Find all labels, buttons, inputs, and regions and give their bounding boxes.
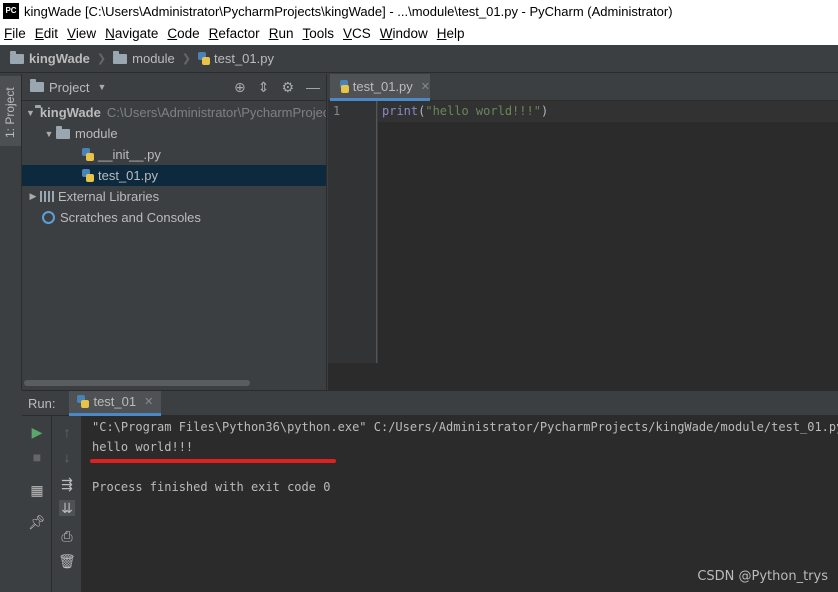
menu-view[interactable]: View: [67, 26, 96, 41]
console-command-line: "C:\Program Files\Python36\python.exe" C…: [92, 420, 838, 434]
editor-tab-label: test_01.py: [352, 78, 413, 94]
close-icon[interactable]: ✕: [421, 80, 430, 93]
project-panel-header: Project ▼ ⊕ ⇕ ⚙ —: [22, 74, 326, 101]
left-tool-strip: 1: Project: [0, 74, 22, 390]
soft-wrap-icon[interactable]: ⇶: [59, 476, 75, 492]
run-tab-test-01[interactable]: test_01 ✕: [69, 390, 162, 416]
code-paren-close: ): [540, 104, 549, 118]
tree-root-name: kingWade: [39, 105, 101, 120]
menu-help[interactable]: Help: [437, 26, 465, 41]
tree-external-libraries-name: External Libraries: [58, 189, 160, 204]
python-file-icon: [340, 79, 349, 93]
tree-item-external-libraries[interactable]: ▶ External Libraries: [22, 186, 326, 207]
editor-empty-area: [328, 363, 838, 390]
folder-icon: [10, 50, 24, 64]
menu-file[interactable]: File: [4, 26, 26, 41]
code-string: "hello world!!!": [425, 104, 541, 118]
code-line[interactable]: print("hello world!!!"): [382, 104, 548, 118]
rerun-play-icon[interactable]: ▶: [29, 424, 45, 440]
run-panel-header: Run: test_01 ✕: [22, 390, 838, 416]
menu-window[interactable]: Window: [380, 26, 428, 41]
close-icon[interactable]: ✕: [144, 395, 153, 408]
editor-gutter: 1: [328, 101, 377, 363]
python-run-config-icon: [77, 395, 90, 408]
layout-icon[interactable]: ▦: [29, 482, 45, 498]
red-annotation-underline: [90, 459, 336, 463]
project-tool-tab[interactable]: 1: Project: [0, 76, 21, 146]
chevron-down-icon[interactable]: ▼: [97, 82, 106, 92]
locate-target-icon[interactable]: ⊕: [234, 79, 246, 96]
run-console[interactable]: "C:\Program Files\Python36\python.exe" C…: [82, 416, 838, 592]
line-number: 1: [333, 104, 341, 118]
horizontal-scrollbar[interactable]: [24, 380, 250, 386]
python-file-icon: [82, 169, 94, 182]
library-icon: [40, 191, 54, 202]
editor-tab-bar: test_01.py ✕: [328, 74, 838, 101]
run-toolbar-secondary: ↑ ↓ ⇶ ⇊ ⎙ 🗑︎: [52, 416, 82, 592]
trash-icon[interactable]: 🗑︎: [58, 553, 76, 569]
code-editor[interactable]: print("hello world!!!"): [378, 101, 838, 363]
tree-item-scratches[interactable]: Scratches and Consoles: [22, 207, 326, 228]
breadcrumb-file[interactable]: test_01.py: [214, 51, 274, 66]
breadcrumb: kingWade ❯ module ❯ test_01.py: [0, 45, 838, 73]
run-toolbar-primary: ▶ ■ ▦ 📌︎: [22, 416, 52, 592]
project-view-icon: [30, 79, 44, 92]
gear-icon[interactable]: ⚙: [281, 79, 294, 96]
menu-edit[interactable]: Edit: [35, 26, 58, 41]
python-file-icon: [198, 52, 210, 65]
tree-module-name: module: [75, 126, 118, 141]
breadcrumb-folder[interactable]: module: [132, 51, 175, 66]
breadcrumb-separator-icon: ❯: [181, 53, 191, 65]
stop-icon[interactable]: ■: [29, 449, 45, 465]
editor-tab-test-file[interactable]: test_01.py ✕: [330, 74, 430, 101]
menu-run[interactable]: Run: [269, 26, 294, 41]
tree-init-file-name: __init__.py: [98, 147, 161, 162]
menu-navigate[interactable]: Navigate: [105, 26, 158, 41]
menu-vcs[interactable]: VCS: [343, 26, 371, 41]
scratches-icon: [42, 211, 55, 224]
menu-code[interactable]: Code: [167, 26, 199, 41]
menu-bar: File Edit View Navigate Code Refactor Ru…: [0, 22, 838, 45]
window-title: kingWade [C:\Users\Administrator\Pycharm…: [24, 3, 673, 19]
expand-arrow-icon[interactable]: ▶: [26, 191, 40, 202]
watermark: CSDN @Python_trys: [697, 569, 828, 584]
code-builtin-print: print: [382, 104, 419, 118]
menu-refactor[interactable]: Refactor: [209, 26, 260, 41]
minimize-icon[interactable]: —: [306, 79, 320, 96]
run-tab-label: test_01: [93, 394, 137, 409]
console-exit-line: Process finished with exit code 0: [92, 480, 331, 494]
collapse-all-icon[interactable]: ⇕: [258, 79, 270, 96]
run-label: Run:: [28, 395, 56, 411]
tree-item-module[interactable]: ▼ module: [22, 123, 326, 144]
folder-icon: [113, 50, 128, 64]
breadcrumb-separator-icon: ❯: [96, 53, 107, 65]
project-panel: Project ▼ ⊕ ⇕ ⚙ — ▼ kingWade C:\Users\Ad…: [22, 74, 327, 390]
tree-item-init-file[interactable]: __init__.py: [22, 144, 326, 165]
breadcrumb-project[interactable]: kingWade: [29, 51, 90, 66]
project-view-selector[interactable]: Project: [49, 80, 89, 95]
project-tool-tab-label: 1: Project: [3, 87, 17, 138]
title-bar: PC kingWade [C:\Users\Administrator\Pych…: [0, 0, 838, 22]
arrow-up-icon[interactable]: ↑: [59, 424, 75, 440]
tree-item-root[interactable]: ▼ kingWade C:\Users\Administrator\Pychar…: [22, 102, 326, 123]
arrow-down-icon[interactable]: ↓: [59, 449, 75, 465]
expand-arrow-icon[interactable]: ▼: [42, 129, 56, 139]
expand-arrow-icon[interactable]: ▼: [26, 108, 35, 118]
tree-root-path: C:\Users\Administrator\PycharmProjects\k…: [106, 105, 326, 120]
pycharm-app-icon: PC: [3, 3, 19, 19]
console-output-line: hello world!!!: [92, 440, 194, 454]
menu-tools[interactable]: Tools: [302, 26, 334, 41]
folder-icon: [56, 125, 70, 139]
tree-test-file-name: test_01.py: [98, 168, 158, 183]
python-file-icon: [82, 148, 94, 161]
print-icon[interactable]: ⎙: [59, 528, 75, 544]
scroll-to-end-icon[interactable]: ⇊: [59, 500, 75, 516]
tree-scratches-name: Scratches and Consoles: [60, 210, 201, 225]
pin-icon[interactable]: 📌︎: [28, 514, 46, 530]
tree-item-test-file[interactable]: test_01.py: [22, 165, 326, 186]
